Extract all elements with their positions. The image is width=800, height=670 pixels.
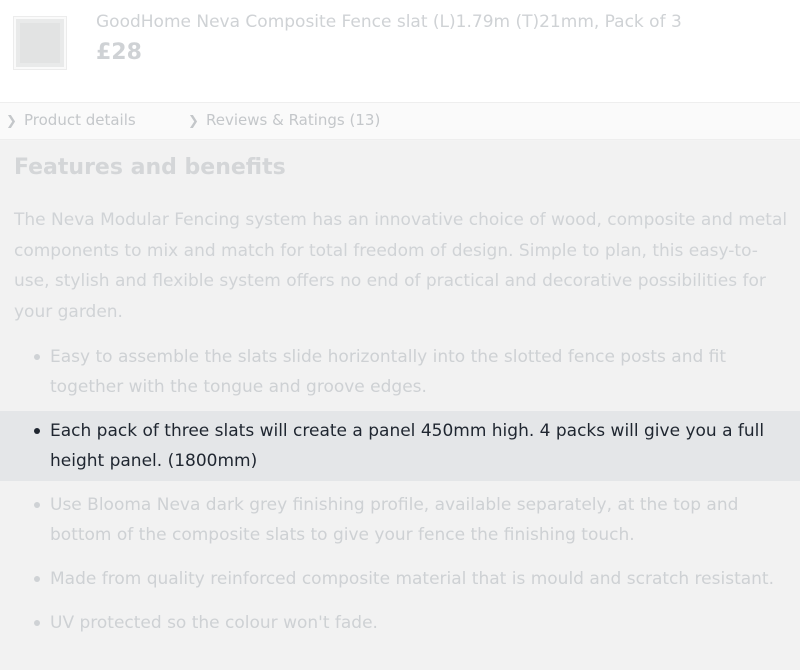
bullet-dot-icon (34, 354, 40, 360)
product-title: GoodHome Neva Composite Fence slat (L)1.… (96, 12, 682, 32)
product-thumbnail[interactable] (14, 17, 66, 69)
feature-item: UV protected so the colour won't fade. (0, 608, 800, 638)
tab-reviews-ratings[interactable]: ❯ Reviews & Ratings (13) (188, 111, 380, 129)
features-list: Easy to assemble the slats slide horizon… (0, 342, 800, 638)
tab-label: Reviews & Ratings (13) (206, 111, 381, 129)
bullet-dot-icon (34, 620, 40, 626)
feature-text: Use Blooma Neva dark grey finishing prof… (50, 495, 739, 545)
feature-item: Made from quality reinforced composite m… (0, 564, 800, 594)
chevron-right-icon: ❯ (6, 114, 17, 129)
feature-item: Use Blooma Neva dark grey finishing prof… (0, 490, 800, 550)
fence-slat-image (20, 23, 60, 63)
feature-text: Easy to assemble the slats slide horizon… (50, 347, 727, 397)
feature-item-highlighted: Each pack of three slats will create a p… (0, 411, 800, 481)
feature-item: Easy to assemble the slats slide horizon… (0, 342, 800, 402)
feature-text: UV protected so the colour won't fade. (50, 613, 378, 633)
features-section: Features and benefits The Neva Modular F… (0, 141, 800, 670)
tab-label: Product details (24, 111, 136, 129)
product-header: GoodHome Neva Composite Fence slat (L)1.… (0, 0, 800, 102)
feature-text: Each pack of three slats will create a p… (50, 421, 765, 471)
product-price: £28 (96, 40, 142, 65)
bullet-dot-icon (34, 428, 40, 434)
tab-product-details[interactable]: ❯ Product details (6, 111, 136, 129)
features-intro: The Neva Modular Fencing system has an i… (14, 210, 788, 322)
bullet-dot-icon (34, 502, 40, 508)
bullet-dot-icon (34, 576, 40, 582)
section-title: Features and benefits (14, 155, 286, 180)
product-tabs: ❯ Product details ❯ Reviews & Ratings (13) (0, 102, 800, 140)
chevron-right-icon: ❯ (188, 114, 199, 129)
feature-text: Made from quality reinforced composite m… (50, 569, 774, 589)
